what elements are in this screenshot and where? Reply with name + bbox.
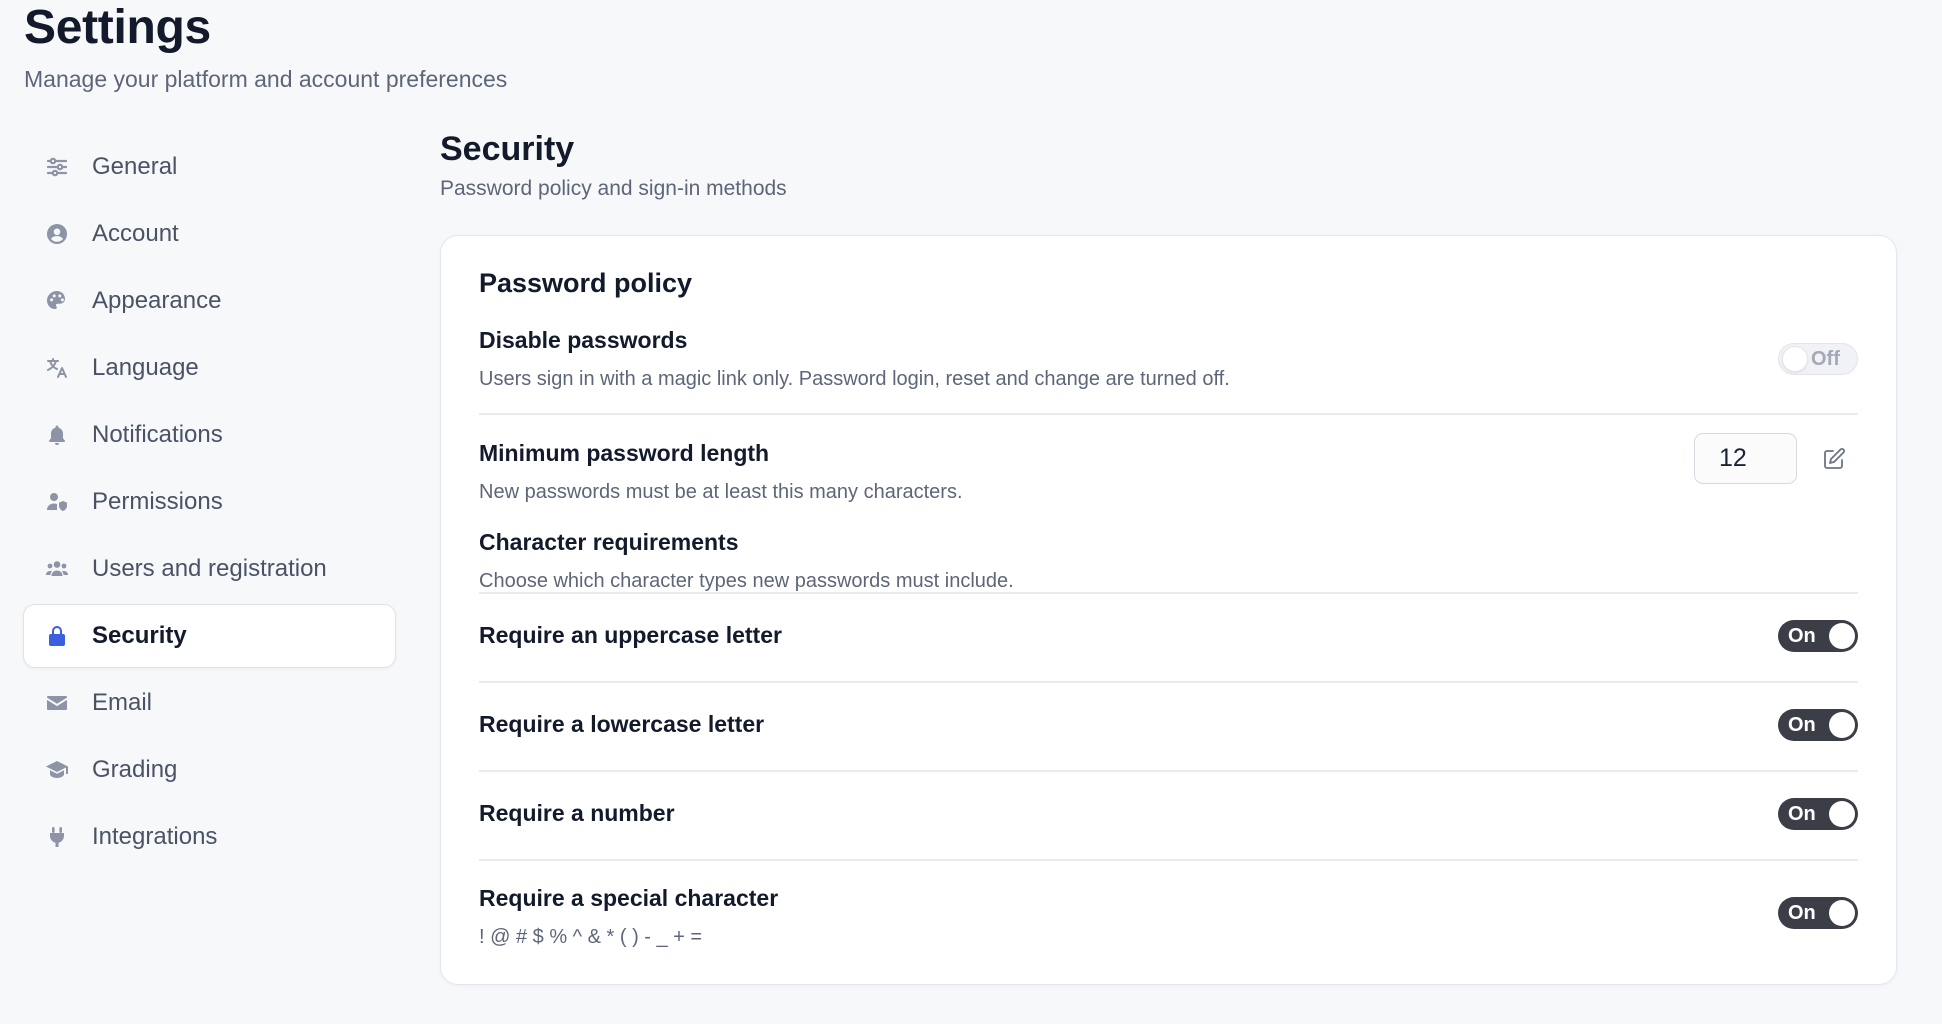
plug-icon [44, 824, 70, 850]
require-lowercase-row: Require a lowercase letter On [479, 709, 1858, 741]
disable-passwords-toggle[interactable]: Off [1778, 343, 1858, 375]
sidebar-item-label: Security [92, 622, 187, 649]
sidebar-item-label: Account [92, 220, 179, 247]
card-title: Password policy [479, 268, 693, 298]
disable-passwords-label: Disable passwords [479, 327, 688, 353]
sidebar-item-integrations[interactable]: Integrations [23, 805, 396, 869]
user-shield-icon [44, 489, 70, 515]
min-password-length-field[interactable]: 12 [1694, 433, 1797, 484]
edit-icon[interactable] [1819, 444, 1849, 474]
require-lowercase-toggle[interactable]: On [1778, 709, 1858, 741]
require-uppercase-label: Require an uppercase letter [479, 622, 782, 648]
sliders-icon [44, 154, 70, 180]
users-icon [44, 556, 70, 582]
sidebar-item-grading[interactable]: Grading [23, 738, 396, 802]
section-subtitle: Password policy and sign-in methods [440, 177, 787, 200]
min-password-length-description: New passwords must be at least this many… [479, 481, 963, 503]
sidebar-item-users-and-registration[interactable]: Users and registration [23, 537, 396, 601]
require-lowercase-label: Require a lowercase letter [479, 711, 765, 737]
toggle-knob [1782, 346, 1808, 372]
section-title: Security [440, 130, 575, 168]
min-password-length-label: Minimum password length [479, 440, 770, 466]
require-number-row: Require a number On [479, 798, 1858, 830]
toggle-state-label: On [1788, 624, 1816, 647]
toggle-knob [1829, 801, 1855, 827]
sidebar-item-label: Language [92, 354, 199, 381]
graduation-cap-icon [44, 757, 70, 783]
sidebar-item-notifications[interactable]: Notifications [23, 403, 396, 467]
page-subtitle: Manage your platform and account prefere… [24, 66, 508, 92]
special-characters-list: ! @ # $ % ^ & * ( ) - _ + = [479, 926, 703, 948]
section-header: Security Password policy and sign-in met… [440, 130, 787, 201]
require-number-toggle[interactable]: On [1778, 798, 1858, 830]
page-title: Settings [24, 1, 211, 54]
sidebar-item-security[interactable]: Security [23, 604, 396, 668]
toggle-state-label: Off [1811, 347, 1840, 370]
sidebar-item-general[interactable]: General [23, 135, 396, 199]
divider [479, 770, 1858, 772]
sidebar-item-label: Appearance [92, 287, 222, 314]
sidebar-item-appearance[interactable]: Appearance [23, 269, 396, 333]
divider [479, 859, 1858, 861]
toggle-state-label: On [1788, 901, 1816, 924]
toggle-state-label: On [1788, 802, 1816, 825]
sidebar-item-email[interactable]: Email [23, 671, 396, 735]
toggle-knob [1829, 623, 1855, 649]
divider [479, 681, 1858, 683]
sidebar-item-label: Integrations [92, 823, 218, 850]
lock-icon [44, 623, 70, 649]
require-number-label: Require a number [479, 800, 675, 826]
disable-passwords-row: Disable passwords Users sign in with a m… [479, 327, 1858, 391]
require-special-row: Require a special character ! @ # $ % ^ … [479, 885, 1858, 949]
sidebar-item-language[interactable]: Language [23, 336, 396, 400]
require-special-label: Require a special character [479, 885, 779, 911]
sidebar-item-label: Notifications [92, 421, 223, 448]
toggle-state-label: On [1788, 713, 1816, 736]
translate-icon [44, 355, 70, 381]
min-password-length-row: Minimum password length New passwords mu… [479, 433, 1858, 504]
character-requirements-label: Character requirements [479, 529, 739, 555]
settings-page: Settings Manage your platform and accoun… [0, 0, 1942, 1024]
divider [479, 592, 1858, 594]
toggle-knob [1829, 712, 1855, 738]
settings-sidebar: General Account Appearance Language Noti… [23, 135, 396, 872]
sidebar-item-label: Grading [92, 756, 178, 783]
bell-icon [44, 422, 70, 448]
sidebar-item-label: Permissions [92, 488, 223, 515]
require-special-toggle[interactable]: On [1778, 897, 1858, 929]
sidebar-item-account[interactable]: Account [23, 202, 396, 266]
sidebar-item-label: General [92, 153, 178, 180]
require-uppercase-toggle[interactable]: On [1778, 620, 1858, 652]
envelope-icon [44, 690, 70, 716]
page-header: Settings Manage your platform and accoun… [24, 0, 507, 93]
palette-icon [44, 288, 70, 314]
user-circle-icon [44, 221, 70, 247]
character-requirements-row: Character requirements Choose which char… [479, 529, 1858, 593]
sidebar-item-permissions[interactable]: Permissions [23, 470, 396, 534]
sidebar-item-label: Users and registration [92, 555, 327, 582]
require-uppercase-row: Require an uppercase letter On [479, 620, 1858, 652]
password-policy-card: Password policy Disable passwords Users … [440, 235, 1897, 985]
toggle-knob [1829, 900, 1855, 926]
disable-passwords-description: Users sign in with a magic link only. Pa… [479, 368, 1230, 390]
divider [479, 413, 1858, 415]
sidebar-item-label: Email [92, 689, 153, 716]
character-requirements-description: Choose which character types new passwor… [479, 570, 1014, 592]
